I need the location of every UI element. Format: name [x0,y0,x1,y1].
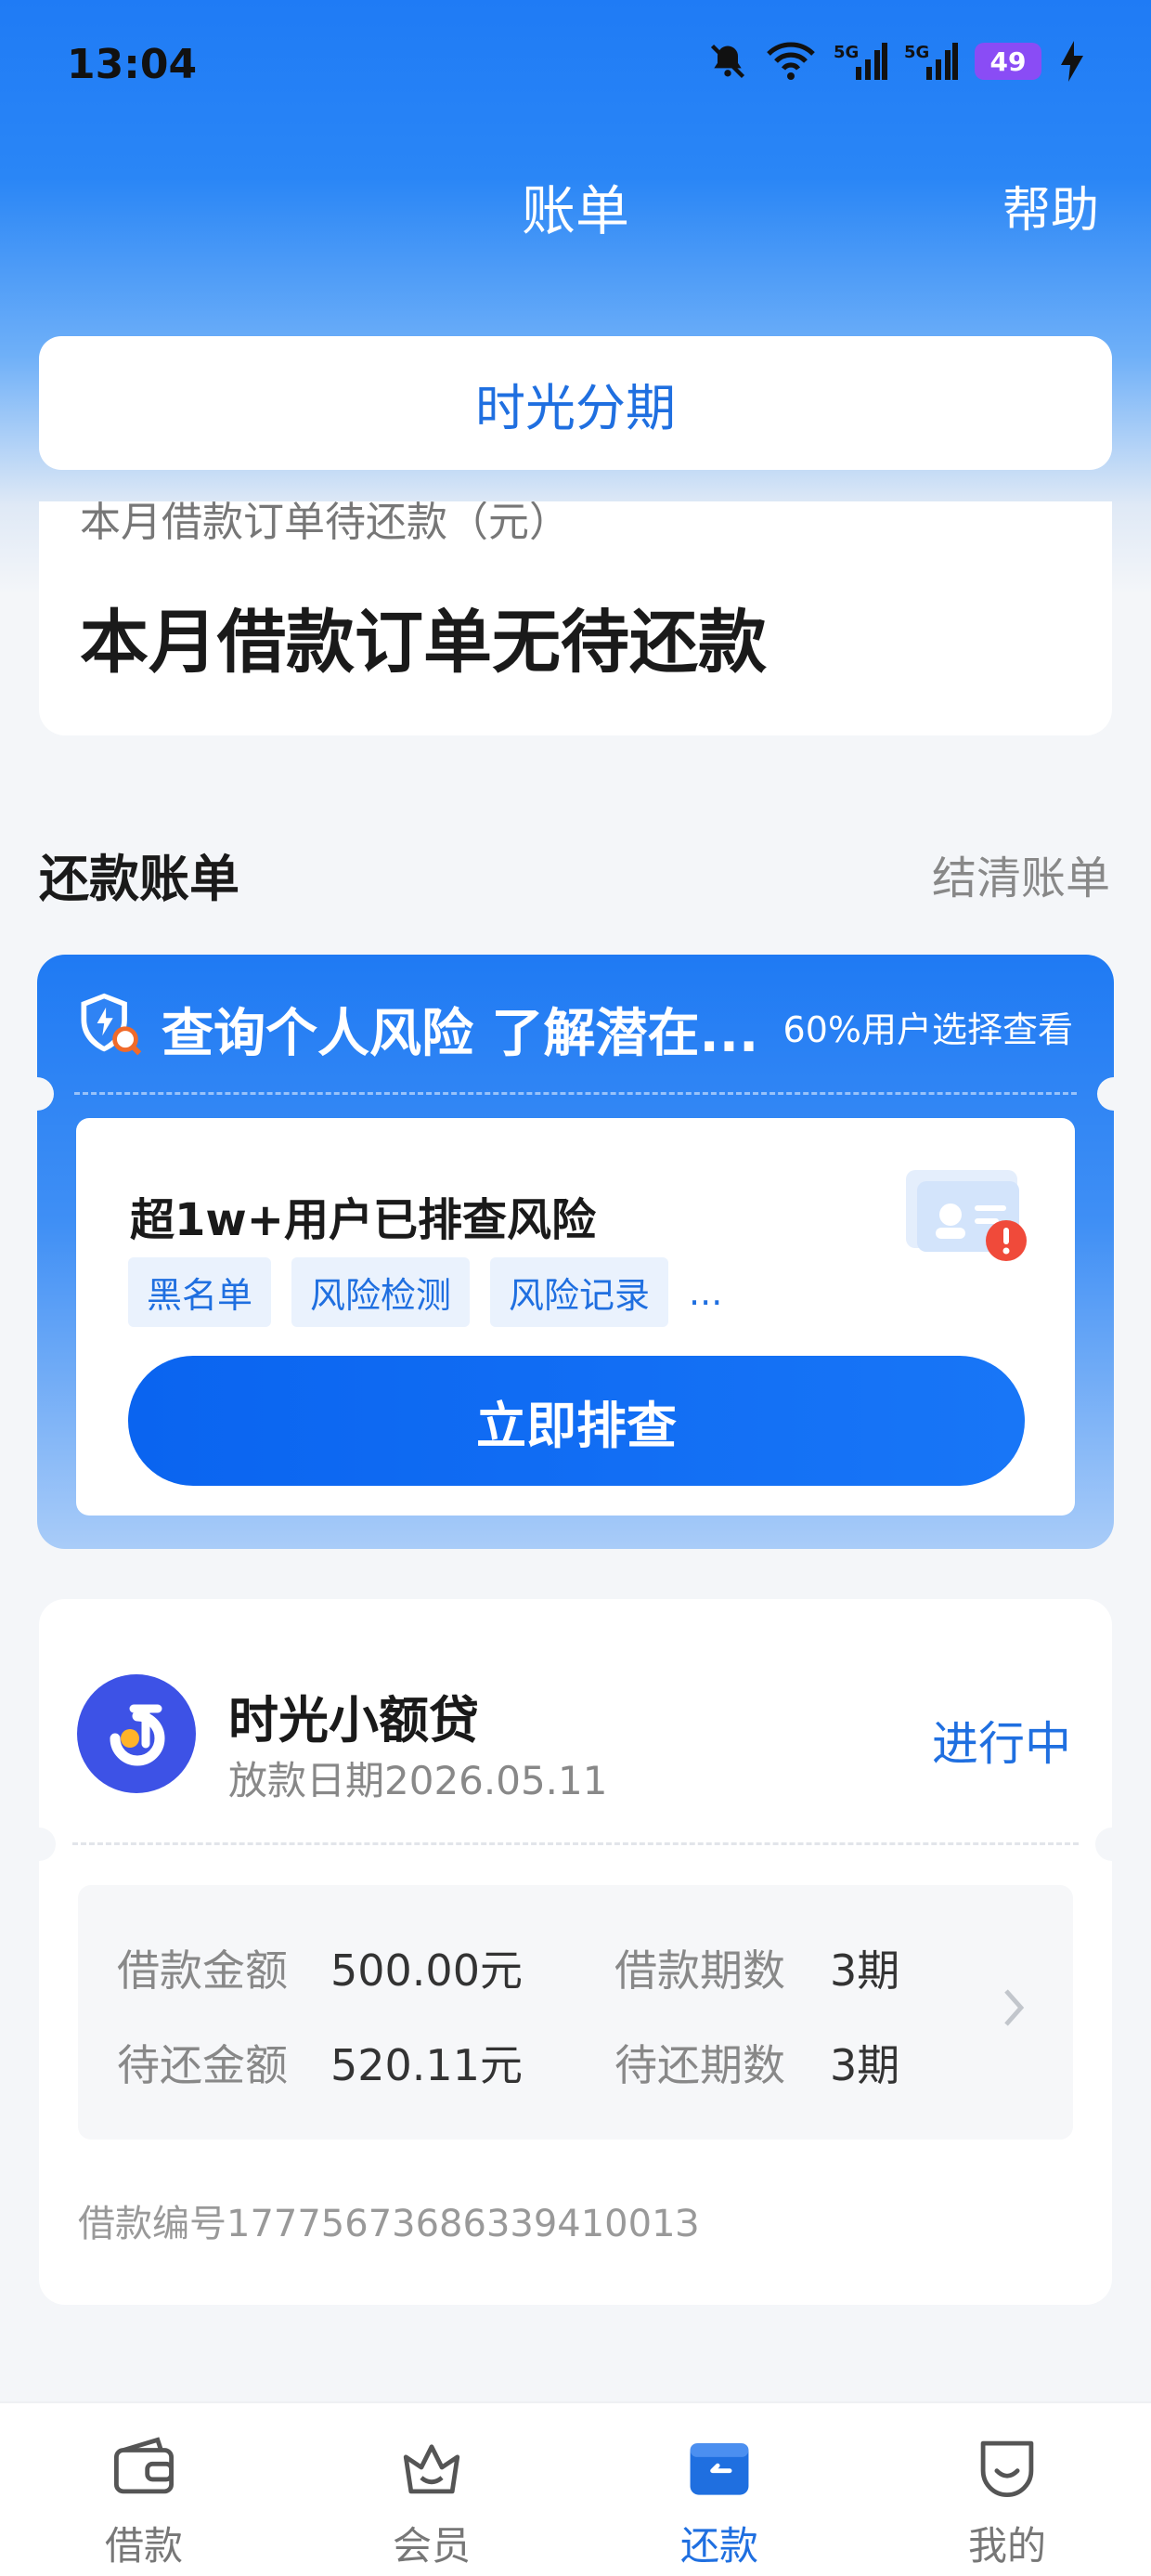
section-title: 还款账单 [39,850,239,908]
product-tab-label: 时光分期 [475,378,676,437]
help-link[interactable]: 帮助 [1002,171,1099,241]
card-divider [72,1842,1079,1845]
signal-5g-icon: 5G [834,43,887,80]
card-notch [22,1828,56,1861]
due-amount-value: 520.11元 [330,2040,523,2090]
risk-tags: 黑名单 风险检测 风险记录 ... [128,1257,722,1327]
signal-5g-icon: 5G [904,43,958,80]
due-periods-label: 待还期数 [614,2040,785,2090]
mute-bell-icon [710,44,745,79]
card-divider [74,1092,1077,1095]
loan-status-badge: 进行中 [932,1717,1071,1771]
due-periods-value: 3期 [830,2040,900,2090]
monthly-summary-card: 本月借款订单待还款（元） 本月借款订单无待还款 [39,501,1112,735]
risk-check-card[interactable]: 查询个人风险 了解潜在... 60%用户选择查看 超1w+用户已排查风险 黑名单… [20,955,1131,1549]
chevron-right-icon [1004,1989,1025,2026]
shield-search-icon [81,993,142,1056]
nav-item-repay[interactable]: 还款 [576,2403,863,2576]
risk-tag: 黑名单 [128,1257,272,1327]
nav-label: 我的 [967,2523,1046,2569]
loan-amount-label: 借款金额 [117,1945,288,1996]
charging-bolt-icon [1061,41,1083,82]
svg-text:5G: 5G [904,43,929,62]
risk-card-inner: 超1w+用户已排查风险 黑名单 风险检测 风险记录 ... 立即排查 [76,1118,1075,1516]
risk-tag: 风险检测 [291,1257,471,1327]
loan-card[interactable]: 时光小额贷 放款日期2026.05.11 进行中 借款金额 500.00元 借款… [22,1599,1129,2305]
nav-item-mine[interactable]: 我的 [863,2403,1151,2576]
loan-amount-value: 500.00元 [330,1945,523,1996]
check-now-button[interactable]: 立即排查 [128,1356,1025,1486]
loan-details-panel[interactable]: 借款金额 500.00元 借款期数 3期 待还金额 520.11元 待还期数 3… [78,1885,1073,2140]
id-card-alert-icon [906,1170,1027,1261]
loan-periods-label: 借款期数 [614,1945,785,1996]
summary-subtitle: 本月借款订单待还款（元） [80,501,570,546]
loan-periods-value: 3期 [830,1945,900,1996]
loan-number: 借款编号1777567368633941001З [78,2203,700,2245]
page-header: 账单 帮助 [0,158,1151,251]
smile-face-icon [980,2440,1034,2497]
loan-product-logo [77,1674,196,1793]
battery-indicator: 49 [975,43,1041,80]
status-icons: 5G 5G 49 [707,41,1086,82]
status-time: 13:04 [67,41,198,88]
risk-headline: 超1w+用户已排查风险 [130,1194,596,1246]
nav-item-loan[interactable]: 借款 [0,2403,288,2576]
summary-main-text: 本月借款订单无待还款 [80,603,767,683]
wallet-icon [113,2437,175,2494]
nav-label: 借款 [104,2523,183,2569]
risk-tag: 风险记录 [490,1257,669,1327]
product-tab[interactable]: 时光分期 [39,336,1112,470]
loan-product-name: 时光小额贷 [228,1691,479,1750]
crown-basket-icon [403,2444,460,2494]
due-amount-label: 待还金额 [117,2040,288,2090]
card-notch [20,1077,54,1111]
bottom-nav: 借款 会员 还款 我的 [0,2401,1151,2576]
wifi-icon [767,42,815,80]
status-bar: 13:04 5G 5G 49 [0,0,1151,139]
nav-label: 会员 [392,2523,471,2569]
settled-bills-link[interactable]: 结清账单 [932,841,1110,906]
risk-card-note: 60%用户选择查看 [782,1009,1073,1050]
risk-card-title: 查询个人风险 了解潜在... [162,1004,759,1064]
page-title: 账单 [521,179,629,242]
nav-item-member[interactable]: 会员 [288,2403,576,2576]
nav-label: 还款 [679,2523,758,2569]
loan-disburse-date: 放款日期2026.05.11 [228,1758,608,1803]
card-notch [1097,1077,1131,1111]
risk-tags-more: ... [689,1271,723,1313]
card-notch [1095,1828,1129,1861]
svg-text:5G: 5G [834,43,859,62]
repay-card-icon [690,2443,749,2495]
